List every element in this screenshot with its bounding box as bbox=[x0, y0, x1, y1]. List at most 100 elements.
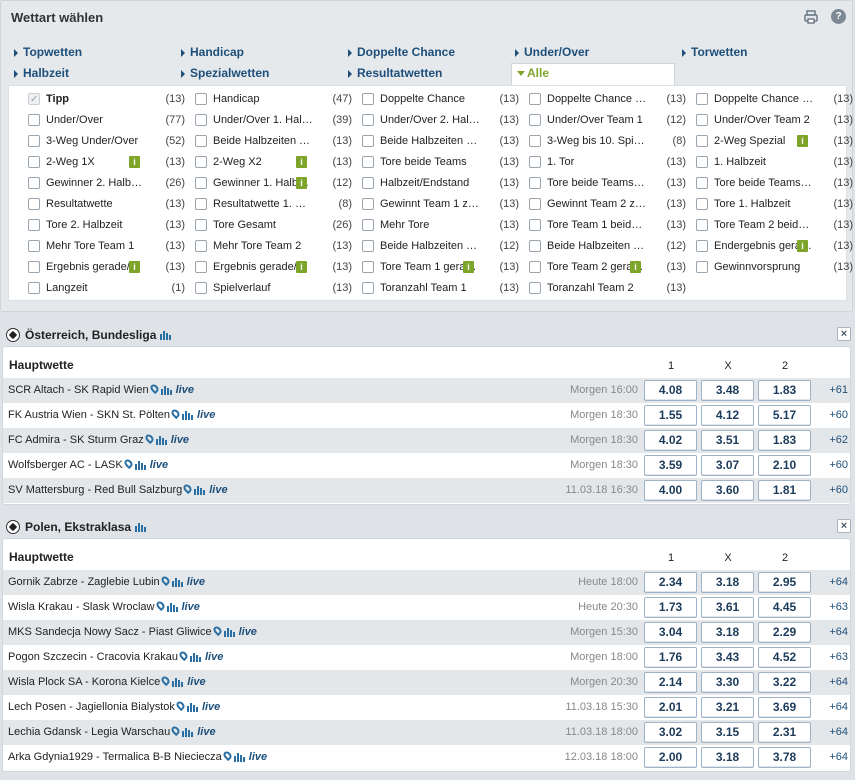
location-pin-icon[interactable] bbox=[169, 407, 182, 420]
bet-type-item[interactable]: Resultatwette (13) bbox=[28, 194, 188, 214]
odds-button-1[interactable]: 1.55 bbox=[644, 405, 697, 426]
odds-button-2[interactable]: 3.69 bbox=[758, 697, 811, 718]
event-name[interactable]: SV Mattersburg - Red Bull Salzburg live bbox=[8, 482, 228, 496]
bet-type-item[interactable]: Gewinnt Team 1 zu Null (13) bbox=[362, 194, 522, 214]
tab-under-over[interactable]: Under/Over bbox=[509, 42, 589, 63]
more-bets-link[interactable]: +64 bbox=[813, 726, 848, 738]
checkbox[interactable] bbox=[28, 156, 40, 168]
odds-button-x[interactable]: 3.30 bbox=[701, 672, 754, 693]
bet-type-item[interactable]: Halbzeit/Endstand (13) bbox=[362, 173, 522, 193]
location-pin-icon[interactable] bbox=[221, 749, 233, 762]
bet-type-item[interactable]: Tore 1. Halbzeit (13) bbox=[696, 194, 855, 214]
checkbox[interactable] bbox=[529, 114, 541, 126]
bet-type-item[interactable]: Doppelte Chance 2. Halbzeit (13) bbox=[696, 89, 855, 109]
checkbox[interactable] bbox=[529, 135, 541, 147]
checkbox[interactable] bbox=[195, 198, 207, 210]
checkbox[interactable] bbox=[28, 282, 40, 294]
live-label[interactable]: live bbox=[187, 576, 205, 588]
location-pin-icon[interactable] bbox=[211, 624, 223, 637]
checkbox[interactable] bbox=[696, 156, 708, 168]
bet-type-item[interactable]: 2-Weg X2 i (13) bbox=[195, 152, 355, 172]
live-stats-icon[interactable] bbox=[172, 677, 184, 688]
bet-type-item[interactable]: Under/Over Team 2 (13) bbox=[696, 110, 855, 130]
live-label[interactable]: live bbox=[150, 459, 168, 471]
live-label[interactable]: live bbox=[182, 601, 200, 613]
odds-button-x[interactable]: 4.12 bbox=[701, 405, 754, 426]
odds-button-2[interactable]: 3.78 bbox=[758, 747, 811, 768]
live-stats-icon[interactable] bbox=[182, 727, 194, 738]
bet-type-item[interactable]: Under/Over (77) bbox=[28, 110, 188, 130]
odds-button-x[interactable]: 3.21 bbox=[701, 697, 754, 718]
live-stats-icon[interactable] bbox=[223, 627, 236, 638]
odds-button-1[interactable]: 1.73 bbox=[644, 597, 697, 618]
live-label[interactable]: live bbox=[202, 701, 220, 713]
bet-type-item[interactable]: 3-Weg Under/Over (52) bbox=[28, 131, 188, 151]
live-stats-icon[interactable] bbox=[160, 385, 173, 396]
bet-type-item[interactable]: Mehr Tore (13) bbox=[362, 215, 522, 235]
odds-button-2[interactable]: 2.95 bbox=[758, 572, 811, 593]
odds-button-2[interactable]: 3.22 bbox=[758, 672, 811, 693]
odds-button-1[interactable]: 2.14 bbox=[644, 672, 697, 693]
odds-button-1[interactable]: 4.08 bbox=[644, 380, 697, 401]
more-bets-link[interactable]: +60 bbox=[813, 409, 848, 421]
bet-type-item[interactable]: Doppelte Chance 1. Halbzeit (13) bbox=[529, 89, 689, 109]
location-pin-icon[interactable] bbox=[148, 382, 160, 395]
odds-button-2[interactable]: 5.17 bbox=[758, 405, 811, 426]
live-label[interactable]: live bbox=[197, 409, 215, 421]
bet-type-item[interactable]: 3-Weg bis 10. Spielminute (8) bbox=[529, 131, 689, 151]
checkbox[interactable] bbox=[529, 198, 541, 210]
checkbox[interactable] bbox=[362, 114, 374, 126]
more-bets-link[interactable]: +63 bbox=[813, 651, 848, 663]
bet-type-item[interactable]: 2-Weg Spezial i (13) bbox=[696, 131, 855, 151]
tab-spezialwetten[interactable]: Spezialwetten bbox=[175, 63, 269, 84]
checkbox[interactable] bbox=[28, 177, 40, 189]
live-label[interactable]: live bbox=[249, 751, 267, 763]
close-icon[interactable]: × bbox=[837, 327, 851, 341]
checkbox[interactable] bbox=[529, 93, 541, 105]
bet-type-item[interactable]: Mehr Tore Team 1 (13) bbox=[28, 236, 188, 256]
checkbox[interactable] bbox=[696, 114, 708, 126]
bet-type-item[interactable]: 1. Tor (13) bbox=[529, 152, 689, 172]
odds-button-1[interactable]: 3.04 bbox=[644, 622, 697, 643]
event-name[interactable]: Gornik Zabrze - Zaglebie Lubin live bbox=[8, 574, 205, 588]
bet-type-item[interactable]: Tore beide Teams 2. HZ (13) bbox=[696, 173, 855, 193]
checkbox[interactable] bbox=[195, 219, 207, 231]
location-pin-icon[interactable] bbox=[154, 599, 166, 612]
bet-type-item[interactable]: Langzeit (1) bbox=[28, 278, 188, 298]
odds-button-2[interactable]: 2.29 bbox=[758, 622, 811, 643]
bet-type-item[interactable]: Handicap (47) bbox=[195, 89, 355, 109]
bet-type-item[interactable]: Ergebnis gerade/ungerade 1. HZi(13) bbox=[195, 257, 355, 277]
more-bets-link[interactable]: +60 bbox=[813, 484, 848, 496]
tab-alle[interactable]: Alle bbox=[511, 63, 675, 85]
odds-button-2[interactable]: 1.83 bbox=[758, 430, 811, 451]
info-icon[interactable]: i bbox=[630, 261, 641, 273]
odds-button-x[interactable]: 3.61 bbox=[701, 597, 754, 618]
checkbox[interactable] bbox=[28, 261, 40, 273]
live-stats-icon[interactable] bbox=[155, 435, 168, 446]
event-name[interactable]: Arka Gdynia1929 - Termalica B-B Nieciecz… bbox=[8, 749, 267, 763]
odds-button-2[interactable]: 2.10 bbox=[758, 455, 811, 476]
bet-type-item[interactable]: Beide Halbzeiten Team 1 (12) bbox=[362, 236, 522, 256]
checkbox[interactable] bbox=[529, 240, 541, 252]
live-stats-icon[interactable] bbox=[186, 702, 199, 713]
live-label[interactable]: live bbox=[171, 434, 189, 446]
checkbox[interactable] bbox=[696, 177, 708, 189]
checkbox[interactable] bbox=[696, 261, 708, 273]
bet-type-item[interactable]: Toranzahl Team 2 (13) bbox=[529, 278, 689, 298]
checkbox[interactable] bbox=[195, 156, 207, 168]
odds-button-2[interactable]: 4.52 bbox=[758, 647, 811, 668]
checkbox[interactable] bbox=[195, 177, 207, 189]
checkbox[interactable] bbox=[362, 219, 374, 231]
info-icon[interactable]: i bbox=[797, 135, 808, 147]
info-icon[interactable]: i bbox=[129, 261, 140, 273]
odds-button-x[interactable]: 3.48 bbox=[701, 380, 754, 401]
checkbox[interactable] bbox=[529, 156, 541, 168]
checkbox[interactable] bbox=[195, 114, 207, 126]
event-name[interactable]: Wisla Plock SA - Korona Kielce live bbox=[8, 674, 206, 688]
checkbox[interactable] bbox=[195, 135, 207, 147]
more-bets-link[interactable]: +64 bbox=[813, 751, 848, 763]
more-bets-link[interactable]: +63 bbox=[813, 601, 848, 613]
odds-button-1[interactable]: 3.02 bbox=[644, 722, 697, 743]
odds-button-x[interactable]: 3.51 bbox=[701, 430, 754, 451]
more-bets-link[interactable]: +62 bbox=[813, 434, 848, 446]
